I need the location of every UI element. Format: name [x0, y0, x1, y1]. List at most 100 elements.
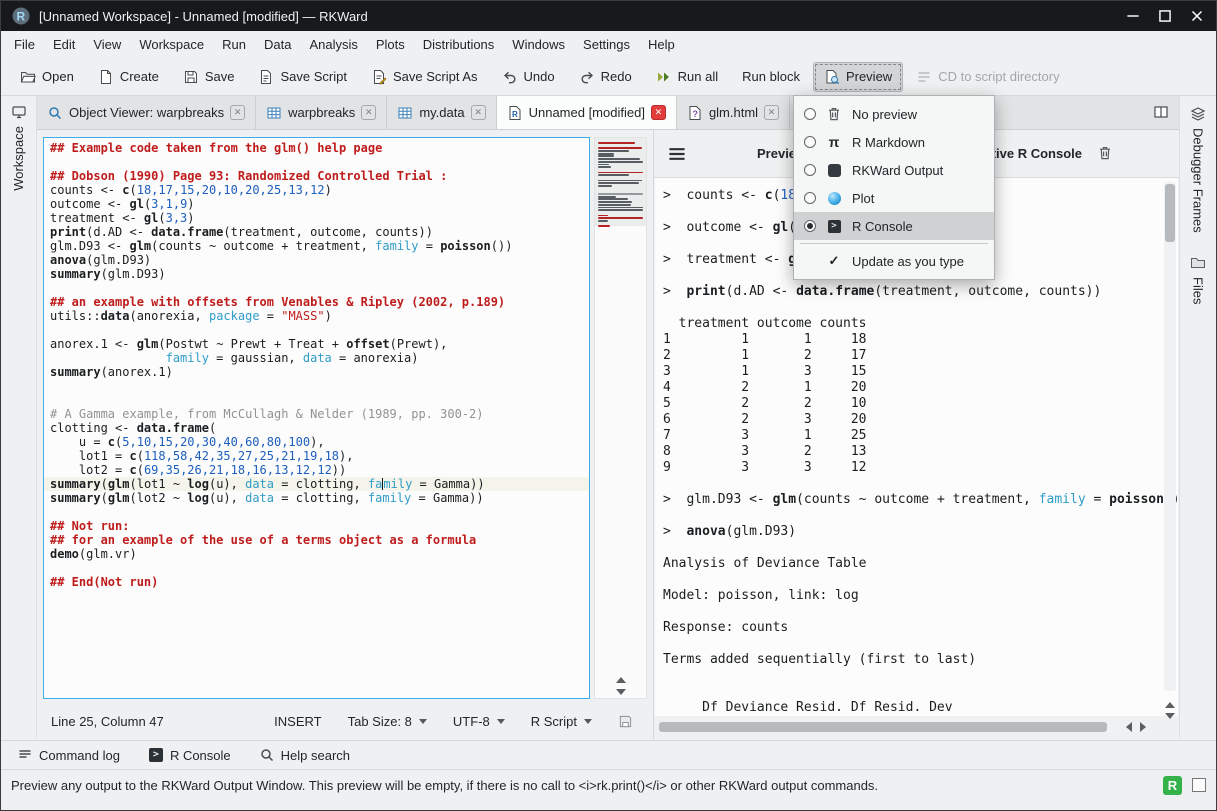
menu-plots[interactable]: Plots — [367, 33, 414, 56]
menu-distributions[interactable]: Distributions — [414, 33, 504, 56]
code-line: lot1 = c(118,58,42,35,27,25,21,19,18), — [44, 449, 589, 463]
tab-unnamed-modified[interactable]: RUnnamed [modified]✕ — [497, 96, 677, 129]
r-console-dock-button[interactable]: >R Console — [142, 744, 237, 766]
tab-warpbreaks[interactable]: warpbreaks ✕ — [256, 96, 387, 129]
toolbar: OpenCreateSaveSave ScriptSave Script AsU… — [1, 58, 1216, 96]
document-tabbar: Object Viewer: warpbreaks✕warpbreaks✕my.… — [37, 96, 1179, 130]
menu-view[interactable]: View — [84, 33, 130, 56]
r-engine-status-badge[interactable]: R — [1163, 776, 1182, 795]
redo-button[interactable]: Redo — [568, 62, 643, 92]
split-view-icon[interactable] — [1153, 104, 1169, 120]
cd-to-script-directory-button[interactable]: CD to script directory — [905, 62, 1070, 92]
menu-workspace[interactable]: Workspace — [130, 33, 213, 56]
menu-settings[interactable]: Settings — [574, 33, 639, 56]
tab-label: warpbreaks — [288, 105, 355, 120]
tab-size-select[interactable]: Tab Size: 8 — [348, 714, 427, 729]
syntax-select[interactable]: R Script — [531, 714, 592, 729]
scroll-right-icon[interactable] — [1140, 722, 1146, 732]
plot-icon — [825, 190, 843, 206]
toolview-label: Workspace — [11, 126, 26, 191]
scroll-left-icon[interactable] — [1126, 722, 1132, 732]
engine-activity-icon[interactable] — [1192, 778, 1206, 792]
editor-scrollbar-minimap[interactable] — [594, 137, 647, 699]
tab-close-icon[interactable]: ✕ — [361, 105, 376, 120]
toolview-workspace[interactable]: Workspace — [11, 104, 27, 191]
menu-edit[interactable]: Edit — [44, 33, 84, 56]
console-line — [663, 300, 1178, 316]
menu-file[interactable]: File — [5, 33, 44, 56]
tab-close-icon[interactable]: ✕ — [230, 105, 245, 120]
minimap-viewport[interactable] — [595, 138, 646, 226]
scroll-up-icon[interactable] — [616, 677, 626, 683]
console-line — [663, 572, 1178, 588]
console-line: > anova(glm.D93) — [663, 524, 1178, 540]
toolview-label: Debugger Frames — [1191, 128, 1206, 233]
preview-menu-item-update-as-you-type[interactable]: ✓Update as you type — [794, 247, 994, 275]
console-line: 2 1 2 17 — [663, 348, 1178, 364]
scroll-up-icon[interactable] — [1165, 702, 1175, 708]
scroll-down-icon[interactable] — [616, 689, 626, 695]
code-line: family = gaussian, data = anorexia) — [44, 351, 589, 365]
code-line: summary(glm(lot1 ~ log(u), data = clotti… — [44, 477, 589, 491]
menu-analysis[interactable]: Analysis — [300, 33, 366, 56]
save-script-button[interactable]: Save Script — [247, 62, 357, 92]
undo-icon — [502, 69, 518, 85]
console-horizontal-scrollbar[interactable] — [658, 721, 1120, 733]
chevron-down-icon — [497, 719, 505, 724]
menu-data[interactable]: Data — [255, 33, 300, 56]
code-line — [44, 281, 589, 295]
tab-close-icon[interactable]: ✕ — [764, 105, 779, 120]
run-all-button[interactable]: Run all — [645, 62, 729, 92]
preview-icon — [824, 69, 840, 85]
preview-button[interactable]: Preview — [813, 62, 903, 92]
code-editor[interactable]: ## Example code taken from the glm() hel… — [43, 137, 590, 699]
insert-mode-button[interactable]: INSERT — [274, 714, 321, 729]
console-line: 9 3 3 12 — [663, 460, 1178, 476]
tab-label: glm.html — [709, 105, 758, 120]
create-button[interactable]: Create — [87, 62, 170, 92]
preview-menu-item-r-markdown[interactable]: πR Markdown — [794, 128, 994, 156]
tab-my-data[interactable]: my.data ✕ — [387, 96, 496, 129]
help-search-dock-button[interactable]: Help search — [253, 744, 356, 766]
encoding-select[interactable]: UTF-8 — [453, 714, 505, 729]
maximize-button[interactable] — [1156, 7, 1174, 25]
preview-menu-item-rkward-output[interactable]: RKWard Output — [794, 156, 994, 184]
toolview-debugger-frames[interactable]: Debugger Frames — [1190, 106, 1206, 233]
preview-menu-item-no-preview[interactable]: No preview — [794, 100, 994, 128]
tab-object-viewer-warpbreaks[interactable]: Object Viewer: warpbreaks✕ — [37, 96, 256, 129]
left-dock-bar: Workspace — [1, 96, 37, 739]
menu-windows[interactable]: Windows — [503, 33, 574, 56]
toolbar-button-label: CD to script directory — [938, 69, 1059, 84]
toolview-files[interactable]: Files — [1190, 255, 1206, 304]
save-status-icon[interactable] — [618, 714, 633, 729]
preview-menu-item-r-console[interactable]: >R Console — [794, 212, 994, 240]
workarea: ## Example code taken from the glm() hel… — [37, 130, 1179, 739]
scrollbar-thumb[interactable] — [1165, 184, 1175, 242]
save-button[interactable]: Save — [172, 62, 246, 92]
scrollbar-thumb[interactable] — [659, 722, 1107, 732]
scroll-down-icon[interactable] — [1165, 713, 1175, 719]
menu-run[interactable]: Run — [213, 33, 255, 56]
close-button[interactable] — [1188, 7, 1206, 25]
menu-help[interactable]: Help — [639, 33, 684, 56]
tab-glm-html[interactable]: ?glm.html✕ — [677, 96, 790, 129]
save-script-as-button[interactable]: Save Script As — [360, 62, 489, 92]
code-line — [44, 379, 589, 393]
tab-close-icon[interactable]: ✕ — [471, 105, 486, 120]
rkward-app-icon: R — [11, 6, 31, 26]
console-vertical-scrollbar[interactable] — [1164, 182, 1176, 691]
toolbar-button-label: Preview — [846, 69, 892, 84]
hamburger-menu-icon[interactable] — [666, 143, 688, 165]
undo-button[interactable]: Undo — [491, 62, 566, 92]
minimize-button[interactable] — [1124, 7, 1142, 25]
command-log-dock-button[interactable]: Command log — [11, 744, 126, 766]
run-block-button[interactable]: Run block — [731, 62, 811, 91]
tab-close-icon[interactable]: ✕ — [651, 105, 666, 120]
console-line: Analysis of Deviance Table — [663, 556, 1178, 572]
dock-button-label: Command log — [39, 748, 120, 763]
open-button[interactable]: Open — [9, 62, 85, 92]
tab-label: my.data — [419, 105, 464, 120]
preview-menu-item-plot[interactable]: Plot — [794, 184, 994, 212]
rkward-window: R [Unnamed Workspace] - Unnamed [modifie… — [0, 0, 1217, 811]
close-preview-trash-icon[interactable] — [1097, 145, 1113, 161]
